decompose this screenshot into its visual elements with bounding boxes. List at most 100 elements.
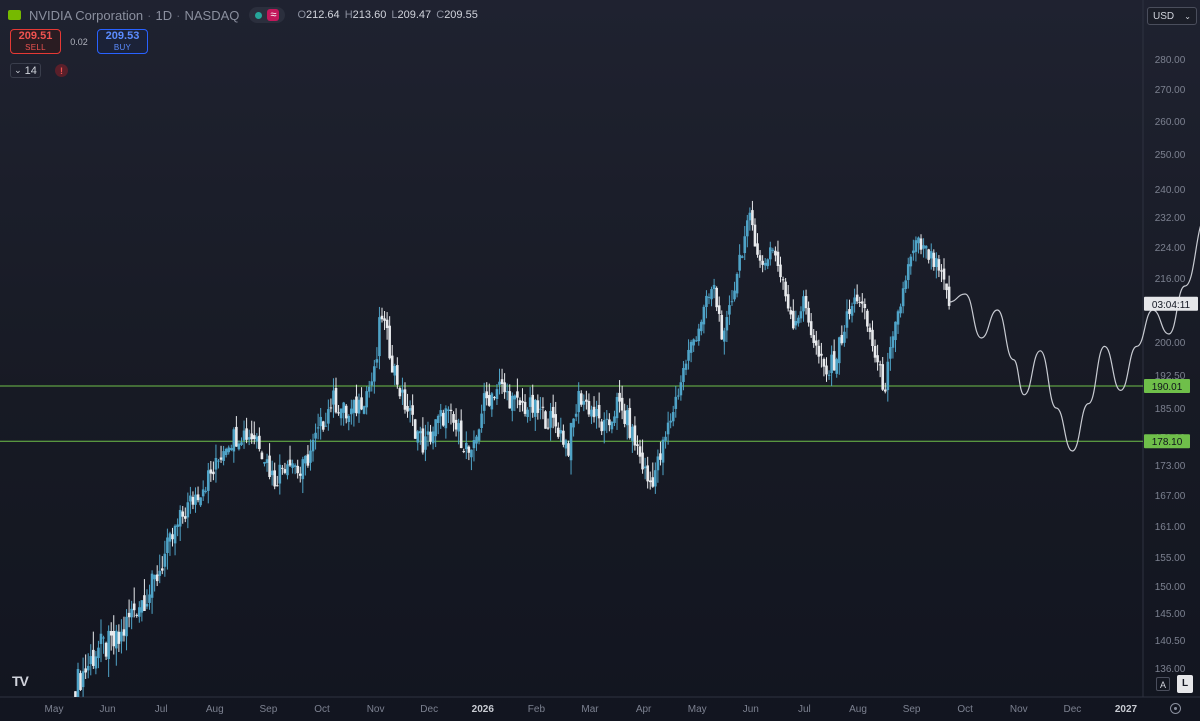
candle-body xyxy=(140,600,144,613)
candle-body xyxy=(832,351,836,371)
candle-body xyxy=(556,427,560,437)
candle-body xyxy=(490,393,494,410)
candle-body xyxy=(717,305,721,314)
candle-body xyxy=(625,410,629,426)
sell-button[interactable]: 209.51 SELL xyxy=(10,29,61,54)
candle-body xyxy=(738,254,741,271)
candle-body xyxy=(342,402,345,413)
candle-body xyxy=(771,249,775,251)
candle-body xyxy=(268,455,271,477)
price-tick-label: 145.00 xyxy=(1155,609,1186,620)
candle-body xyxy=(493,397,496,399)
candle-body xyxy=(500,379,504,385)
candle-body xyxy=(592,406,596,418)
candle-body xyxy=(671,412,675,422)
candle-body xyxy=(355,396,358,414)
candle-body xyxy=(158,570,162,576)
candle-body xyxy=(288,459,292,466)
exchange-label: NASDAQ xyxy=(184,7,240,23)
candle-body xyxy=(235,426,238,447)
log-scale-button[interactable]: L xyxy=(1177,675,1193,693)
time-tick-label: 2027 xyxy=(1115,704,1138,715)
candle-body xyxy=(132,603,136,611)
candle-body xyxy=(314,432,317,439)
candle-body xyxy=(700,321,703,332)
candle-body xyxy=(311,439,315,452)
candle-body xyxy=(454,419,458,430)
candle-body xyxy=(426,431,430,435)
price-tick-label: 136.00 xyxy=(1155,664,1186,675)
candle-body xyxy=(291,463,294,468)
candle-body xyxy=(804,296,808,309)
candle-body xyxy=(245,428,248,440)
buy-button[interactable]: 209.53 BUY xyxy=(97,29,148,54)
candle-body xyxy=(408,408,412,411)
candle-body xyxy=(521,400,524,403)
market-status-badge[interactable]: ≈ xyxy=(249,7,286,23)
candle-body xyxy=(922,245,925,249)
candle-body xyxy=(843,331,846,343)
candle-body xyxy=(891,336,895,348)
candle-body xyxy=(881,364,884,390)
candle-body xyxy=(618,392,621,402)
symbol-name[interactable]: NVIDIA Corporation xyxy=(29,8,143,23)
candle-body xyxy=(304,455,307,464)
time-tick-label: Jul xyxy=(155,704,168,715)
high-value: 213.60 xyxy=(352,9,387,21)
candle-body xyxy=(863,304,867,309)
candle-body xyxy=(845,311,849,328)
interval-label[interactable]: 1D xyxy=(156,8,173,23)
candle-body xyxy=(883,389,887,392)
price-tick-label: 200.00 xyxy=(1155,338,1186,349)
candle-body xyxy=(475,436,478,444)
candle-body xyxy=(424,436,427,450)
candle-body xyxy=(99,633,103,644)
time-tick-label: Oct xyxy=(314,704,330,715)
candle-body xyxy=(89,656,93,665)
candle-body xyxy=(373,366,376,382)
candle-body xyxy=(689,341,693,353)
candle-body xyxy=(638,446,642,457)
candle-body xyxy=(894,321,897,341)
price-chart[interactable]: 280.00 270.00 260.00 250.00 240.00 232.00 224.… xyxy=(0,0,1200,721)
candle-body xyxy=(761,260,764,265)
candle-body xyxy=(306,454,310,466)
symbol-header: NVIDIA Corporation · 1D · NASDAQ ≈ O212.… xyxy=(8,7,478,23)
candle-body xyxy=(283,469,287,473)
candle-body xyxy=(725,317,729,331)
candle-body xyxy=(820,353,823,356)
candle-body xyxy=(339,408,343,419)
candle-body xyxy=(715,287,718,308)
candle-body xyxy=(482,393,486,411)
price-tick-label: 260.00 xyxy=(1155,117,1186,128)
candle-body xyxy=(940,270,943,272)
candle-body xyxy=(286,464,289,476)
candle-body xyxy=(74,691,77,697)
price-tick-label: 270.00 xyxy=(1155,85,1186,96)
candle-body xyxy=(298,473,302,476)
candle-body xyxy=(791,310,795,329)
candle-body xyxy=(378,317,381,357)
tradingview-logo-icon[interactable]: TV xyxy=(12,673,29,689)
candle-body xyxy=(365,391,368,408)
currency-select[interactable]: USD ⌄ xyxy=(1147,7,1197,25)
candle-body xyxy=(125,616,128,637)
candle-body xyxy=(528,397,532,407)
candle-body xyxy=(873,345,877,358)
candle-body xyxy=(641,452,644,470)
candle-body xyxy=(153,574,156,580)
alert-icon[interactable]: ! xyxy=(55,64,68,77)
low-value: 209.47 xyxy=(397,9,432,21)
gear-icon[interactable] xyxy=(1170,703,1181,714)
candle-body xyxy=(360,397,363,410)
candle-body xyxy=(449,409,453,412)
auto-scale-button[interactable]: A xyxy=(1156,677,1170,691)
indicator-collapse-button[interactable]: ⌄ 14 xyxy=(10,63,41,78)
candle-body xyxy=(183,516,187,519)
candle-body xyxy=(191,496,195,505)
candle-body xyxy=(401,389,404,393)
candle-body xyxy=(362,406,366,414)
price-tick-label: 161.00 xyxy=(1155,522,1186,533)
candle-body xyxy=(937,259,941,271)
candle-body xyxy=(505,391,509,393)
